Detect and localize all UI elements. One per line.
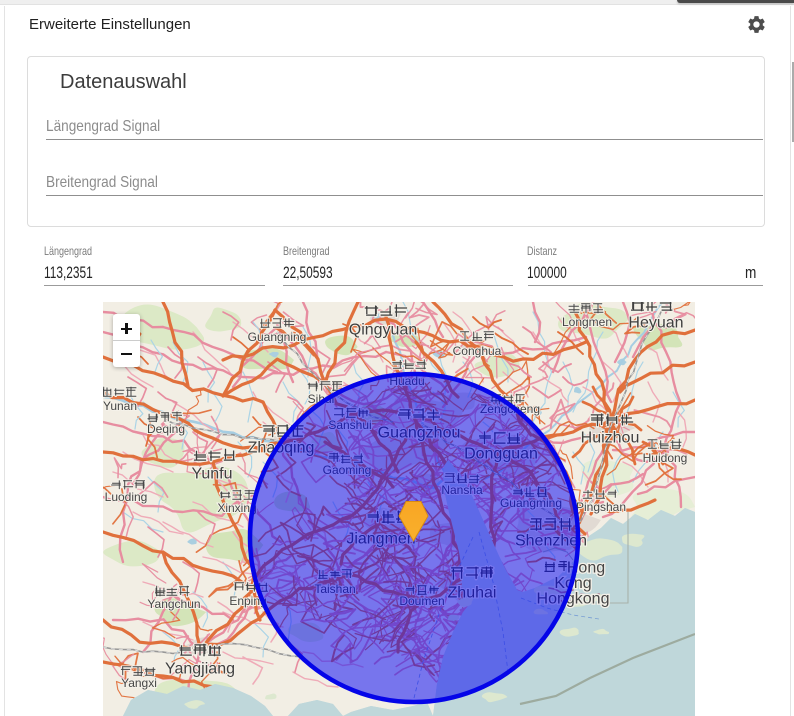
svg-text:Conghua: Conghua <box>453 344 502 358</box>
svg-text:Yangxi: Yangxi <box>121 676 157 690</box>
svg-text:Deqing: Deqing <box>147 422 185 436</box>
svg-text:Longmen: Longmen <box>562 315 612 329</box>
svg-text:Qingyuan: Qingyuan <box>349 322 418 339</box>
svg-text:Huidong: Huidong <box>643 451 688 465</box>
svg-text:Guangning: Guangning <box>248 330 307 344</box>
svg-text:Yangchun: Yangchun <box>147 597 200 611</box>
svg-text:Yunan: Yunan <box>103 399 137 413</box>
svg-text:Luoding: Luoding <box>105 490 148 504</box>
svg-text:Heyuan: Heyuan <box>628 315 683 332</box>
svg-text:Yangjiang: Yangjiang <box>165 661 235 678</box>
svg-text:Huizhou: Huizhou <box>581 430 640 447</box>
svg-text:Pingshan: Pingshan <box>576 500 626 514</box>
svg-text:Yunfu: Yunfu <box>192 466 233 483</box>
